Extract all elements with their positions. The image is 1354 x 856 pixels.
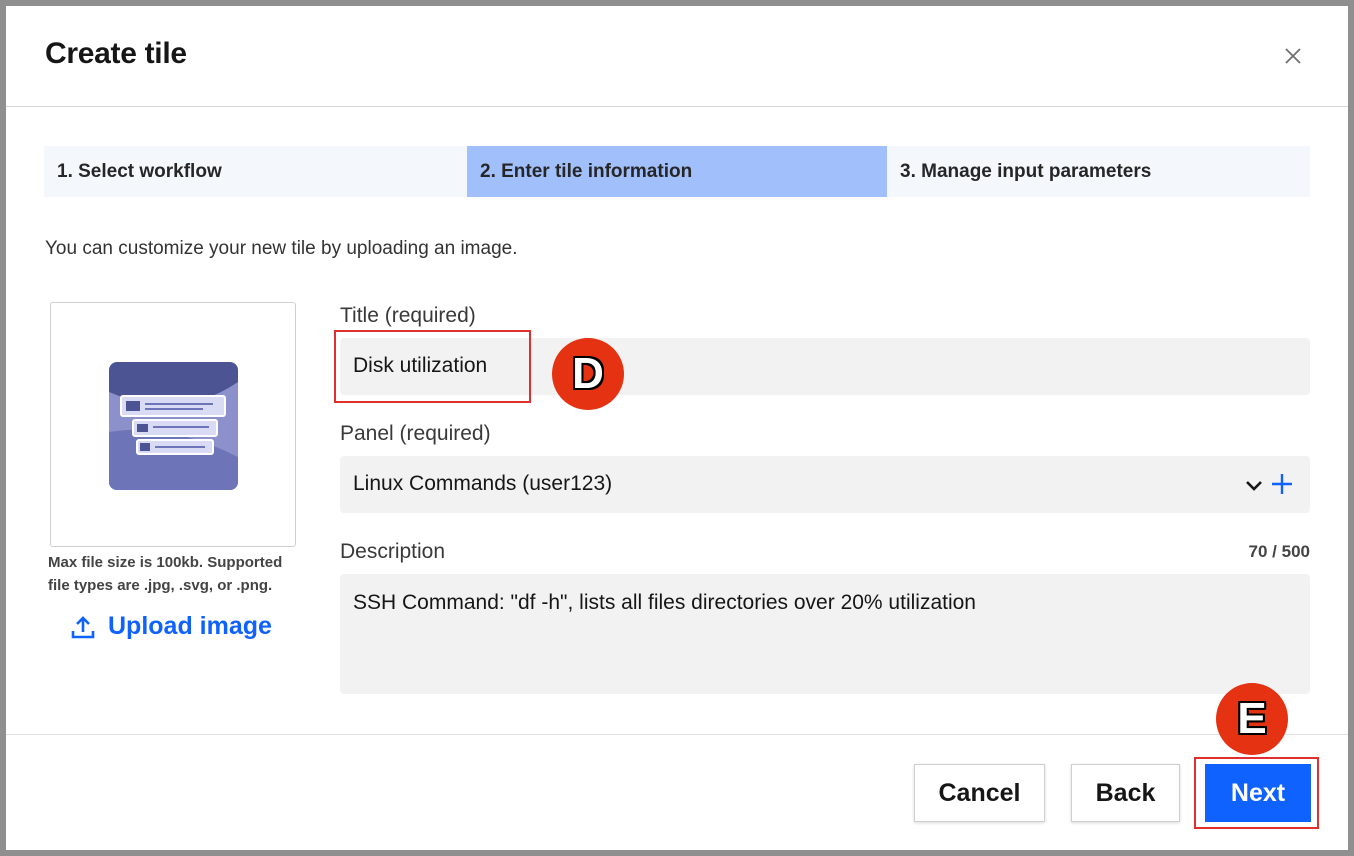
create-tile-dialog: Create tile 1. Select workflow 2. Enter … (6, 6, 1348, 850)
step-select-workflow[interactable]: 1. Select workflow (44, 146, 467, 197)
description-label: Description (340, 540, 446, 563)
cancel-button[interactable]: Cancel (914, 764, 1045, 822)
next-button[interactable]: Next (1205, 764, 1311, 822)
description-textarea[interactable]: SSH Command: "df -h", lists all files di… (340, 574, 1310, 694)
tile-thumbnail (109, 362, 238, 490)
footer-divider (6, 734, 1348, 735)
image-preview (50, 302, 296, 547)
dialog-title: Create tile (45, 37, 187, 70)
upload-icon (71, 615, 95, 638)
panel-label: Panel (required) (340, 422, 491, 445)
annotation-marker-e: E (1216, 683, 1288, 755)
chevron-down-icon[interactable] (1244, 477, 1264, 493)
step-enter-tile-information[interactable]: 2. Enter tile information (467, 146, 887, 197)
plus-icon[interactable] (1271, 473, 1293, 495)
annotation-marker-d: D (552, 338, 624, 410)
description-counter: 70 / 500 (1248, 542, 1310, 561)
title-input[interactable]: Disk utilization (340, 338, 1310, 395)
upload-image-button[interactable]: Upload image (70, 612, 272, 641)
dialog-header: Create tile (6, 6, 1348, 107)
description-value: SSH Command: "df -h", lists all files di… (353, 591, 976, 614)
title-input-value: Disk utilization (353, 354, 488, 377)
panel-select-value: Linux Commands (user123) (353, 472, 613, 495)
title-label: Title (required) (340, 304, 476, 327)
panel-select[interactable]: Linux Commands (user123) (340, 456, 1310, 513)
step-manage-input-parameters[interactable]: 3. Manage input parameters (887, 146, 1310, 197)
back-button[interactable]: Back (1071, 764, 1180, 822)
file-size-hint: Max file size is 100kb. Supported file t… (48, 554, 283, 594)
step-indicator: 1. Select workflow 2. Enter tile informa… (44, 146, 1310, 197)
intro-text: You can customize your new tile by uploa… (45, 238, 518, 259)
upload-image-label: Upload image (108, 612, 272, 640)
close-icon[interactable] (1281, 44, 1305, 68)
